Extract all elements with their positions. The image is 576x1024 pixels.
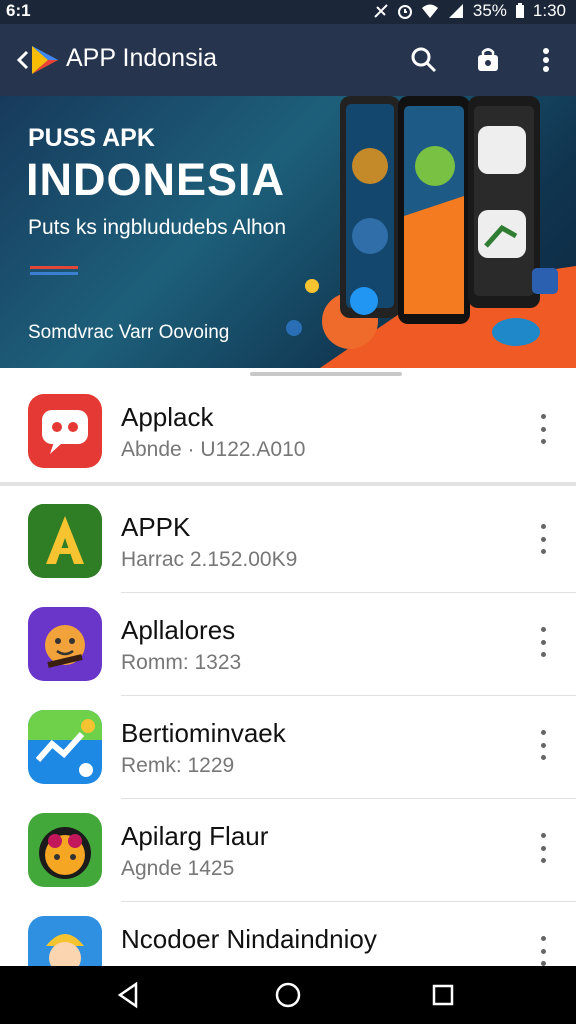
app-name: Bertiominvaek bbox=[121, 718, 286, 748]
banner-headline: INDONESIA bbox=[26, 154, 286, 205]
app-meta: Remk: 1229 bbox=[121, 754, 235, 777]
banner-caption: Somdvrac Varr Oovoing bbox=[28, 322, 230, 343]
banner-line1: PUSS APK bbox=[28, 124, 155, 152]
chart-trend-icon bbox=[28, 710, 102, 784]
app-meta: Agnde 1425 bbox=[121, 857, 235, 880]
wifi-icon bbox=[421, 4, 438, 18]
app-name: APPK bbox=[121, 512, 191, 542]
status-icons: 35% 1:30 bbox=[373, 1, 566, 21]
bag-icon bbox=[478, 48, 498, 71]
system-nav-bar bbox=[0, 966, 576, 1024]
app-name: Applack bbox=[121, 402, 214, 432]
app-name: Apilarg Flaur bbox=[121, 821, 269, 851]
banner-subtitle: Puts ks ingblududebs Alhon bbox=[28, 216, 287, 239]
goggle-face-icon bbox=[28, 813, 102, 887]
more-vert-icon[interactable] bbox=[532, 730, 554, 760]
signal-icon bbox=[448, 4, 463, 18]
app-logo-icon bbox=[32, 46, 58, 74]
app-meta: Romm: 1323 bbox=[121, 651, 242, 674]
bag-button[interactable] bbox=[470, 42, 506, 78]
app-row[interactable]: Bertiominvaek Remk: 1229 bbox=[0, 696, 576, 799]
app-row[interactable]: Apilarg Flaur Agnde 1425 bbox=[0, 799, 576, 902]
search-button[interactable] bbox=[406, 42, 442, 78]
drag-handle[interactable] bbox=[250, 372, 402, 376]
back-triangle-icon[interactable] bbox=[114, 980, 144, 1010]
promo-banner[interactable]: PUSS APK INDONESIA Puts ks ingblududebs … bbox=[0, 96, 576, 368]
app-bar: APP Indonsia bbox=[0, 24, 576, 96]
status-time-left: 6:1 bbox=[6, 1, 31, 20]
battery-icon bbox=[515, 3, 524, 18]
app-row[interactable]: APPK Harrac 2.152.00K9 bbox=[0, 490, 576, 593]
cartoon-face-icon bbox=[28, 607, 102, 681]
app-name: Ncodoer Nindaindnioy bbox=[121, 924, 377, 954]
chat-bubble-icon bbox=[28, 394, 102, 468]
app-title: APP Indonsia bbox=[66, 44, 218, 72]
status-bar: 6:1 35% 1:30 bbox=[0, 0, 576, 24]
app-name: Apllalores bbox=[121, 615, 236, 645]
nfc-icon bbox=[374, 4, 388, 18]
app-row[interactable]: Applack Abnde · U122.A010 bbox=[0, 380, 576, 483]
battery-percent: 35% bbox=[472, 1, 507, 20]
more-vert-icon[interactable] bbox=[532, 936, 554, 966]
letter-a-icon bbox=[28, 504, 102, 578]
banner-accent-bars bbox=[30, 266, 78, 275]
more-vert-icon[interactable] bbox=[532, 524, 554, 554]
more-vert-icon bbox=[543, 48, 549, 72]
recents-square-icon[interactable] bbox=[428, 980, 458, 1010]
app-meta: Harrac 2.152.00K9 bbox=[121, 548, 298, 571]
app-meta: Abnde · U122.A010 bbox=[121, 438, 306, 461]
status-clock: 1:30 bbox=[532, 1, 566, 20]
more-vert-icon[interactable] bbox=[532, 627, 554, 657]
more-vert-icon[interactable] bbox=[532, 833, 554, 863]
alarm-icon bbox=[397, 5, 412, 19]
more-vert-icon[interactable] bbox=[532, 414, 554, 444]
phones-illustration bbox=[286, 96, 576, 368]
home-circle-icon[interactable] bbox=[273, 980, 303, 1010]
app-row[interactable]: Apllalores Romm: 1323 bbox=[0, 593, 576, 696]
more-options-button[interactable] bbox=[528, 42, 564, 78]
search-icon bbox=[411, 47, 437, 73]
